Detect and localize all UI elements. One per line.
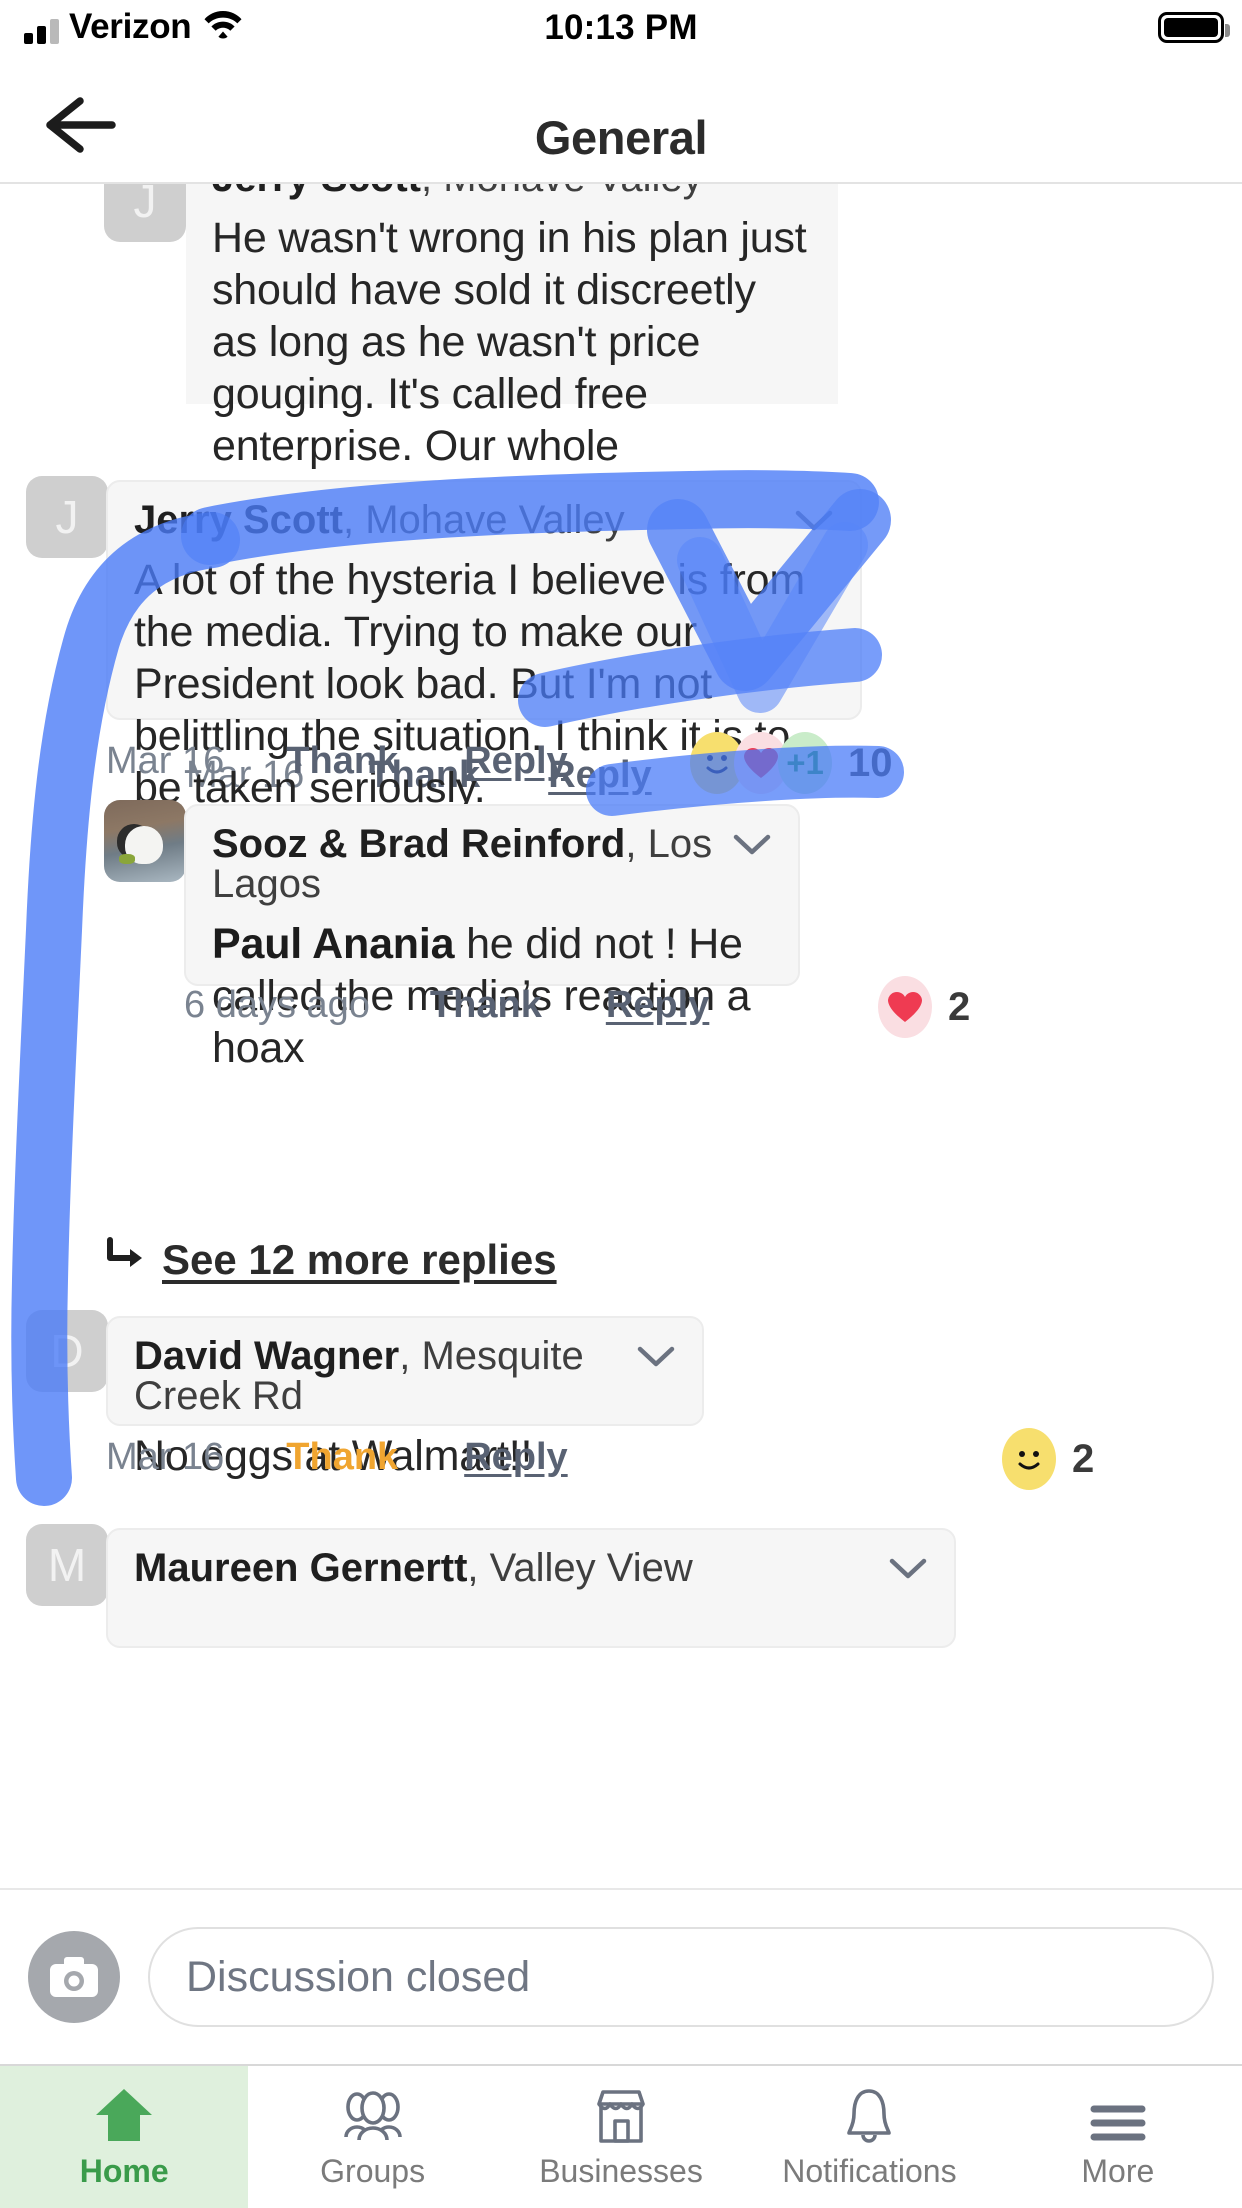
comment-actions: 6 days ago Thank Reply (184, 984, 709, 1027)
author-neighborhood: , Valley View (467, 1546, 693, 1590)
page-title: General (534, 111, 708, 164)
comment-bubble: David Wagner, Mesquite Creek Rd No eggs … (106, 1316, 704, 1480)
tab-label: Businesses (539, 2152, 703, 2189)
plus-one-reaction-icon: +1 (778, 732, 832, 794)
reaction-count: 2 (948, 984, 971, 1029)
author-neighborhood: , Mohave Valley (421, 184, 703, 200)
smile-reaction-icon (1002, 1428, 1056, 1490)
author-neighborhood: , Mohave Valley (342, 498, 625, 542)
comment-author-line: Jerry Scott, Mohave Valley (212, 184, 812, 198)
chevron-down-icon[interactable] (634, 1342, 678, 1372)
chevron-down-icon[interactable] (792, 506, 836, 536)
comment-author-line: Maureen Gernertt, Valley View (134, 1548, 928, 1588)
comment-author-line: David Wagner, Mesquite Creek Rd (134, 1336, 676, 1416)
home-icon (92, 2085, 156, 2145)
author-name[interactable]: Maureen Gernertt (134, 1546, 467, 1590)
hamburger-menu-icon (1088, 2085, 1148, 2145)
see-more-replies-link[interactable]: See 12 more replies (104, 1236, 557, 1284)
comment-bubble: Maureen Gernertt, Valley View (106, 1528, 956, 1648)
comment-actions: Mar 16 Thank Reply (106, 1436, 568, 1479)
camera-icon[interactable] (28, 1931, 120, 2023)
status-bar: Verizon 10:13 PM (0, 0, 1242, 62)
avatar[interactable]: D (26, 1310, 108, 1392)
tab-label: More (1081, 2152, 1155, 2189)
reply-button[interactable]: Reply (464, 740, 567, 783)
avatar[interactable] (104, 800, 186, 882)
reply-arrow-icon (104, 1236, 146, 1284)
mention-link[interactable]: Paul Anania (212, 920, 455, 968)
comment-author-line: Sooz & Brad Reinford, Los Lagos (212, 824, 772, 904)
status-bar-clock: 10:13 PM (544, 8, 698, 47)
heart-reaction-icon (878, 976, 932, 1038)
comment-thread[interactable]: J Jerry Scott, Mohave Valley He wasn't w… (0, 184, 1242, 1888)
avatar[interactable]: J (104, 184, 186, 242)
bell-icon (842, 2085, 896, 2145)
comment-timestamp: Mar 16 (106, 740, 225, 782)
author-name[interactable]: Jerry Scott (212, 184, 421, 200)
comment-timestamp: 6 days ago (184, 984, 370, 1026)
author-name[interactable]: David Wagner (134, 1334, 399, 1378)
tab-label: Groups (320, 2152, 426, 2189)
author-name[interactable]: Sooz & Brad Reinford (212, 822, 625, 866)
thank-button[interactable]: Thank (430, 984, 542, 1027)
tab-groups[interactable]: Groups (248, 2066, 496, 2208)
avatar[interactable]: J (26, 476, 108, 558)
reaction-count: 2 (1072, 1436, 1095, 1481)
comment-timestamp: Mar 16 (106, 1436, 225, 1478)
chevron-down-icon[interactable] (730, 830, 774, 860)
storefront-icon (592, 2085, 650, 2145)
reply-button[interactable]: Reply (464, 1436, 567, 1479)
reaction-summary[interactable]: +1 10 (690, 732, 893, 794)
nav-bar: General (0, 62, 1242, 184)
comment-bubble: Jerry Scott, Mohave Valley He wasn't wro… (186, 184, 838, 574)
battery-full-icon (1158, 12, 1230, 43)
reaction-count: 10 (848, 740, 893, 785)
author-name[interactable]: Jerry Scott (134, 498, 343, 542)
phone-screen: Verizon 10:13 PM General J Jerry Scott, … (0, 0, 1242, 2208)
comment-bubble: Sooz & Brad Reinford, Los Lagos Paul Ana… (184, 804, 800, 1072)
comment-input[interactable]: Discussion closed (148, 1927, 1214, 2027)
status-bar-right (1158, 12, 1230, 43)
see-more-replies-label: See 12 more replies (162, 1236, 557, 1283)
thank-button[interactable]: Thank (286, 1436, 398, 1479)
reaction-summary[interactable]: 2 (1002, 1428, 1094, 1490)
tab-home[interactable]: Home (0, 2066, 249, 2208)
composer-bar: Discussion closed (0, 1888, 1242, 2064)
tab-label: Home (79, 2152, 169, 2189)
tab-label: Notifications (782, 2152, 957, 2189)
reply-button[interactable]: Reply (606, 984, 709, 1027)
comment-actions: Mar 16 Thank Reply (106, 740, 568, 783)
avatar[interactable]: M (26, 1524, 108, 1606)
bottom-tab-bar: Home Groups Businesses Notifications Mor… (0, 2064, 1242, 2208)
comment-bubble: Jerry Scott, Mohave Valley A lot of the … (106, 480, 862, 812)
groups-icon (338, 2085, 408, 2145)
comment-input-placeholder: Discussion closed (186, 1952, 531, 2001)
comment-author-line: Jerry Scott, Mohave Valley (134, 500, 834, 540)
reaction-summary[interactable]: 2 (878, 976, 970, 1038)
tab-notifications[interactable]: Notifications (745, 2066, 993, 2208)
chevron-down-icon[interactable] (886, 1554, 930, 1584)
thank-button[interactable]: Thank (286, 740, 398, 783)
tab-businesses[interactable]: Businesses (497, 2066, 745, 2208)
tab-more[interactable]: More (994, 2066, 1242, 2208)
